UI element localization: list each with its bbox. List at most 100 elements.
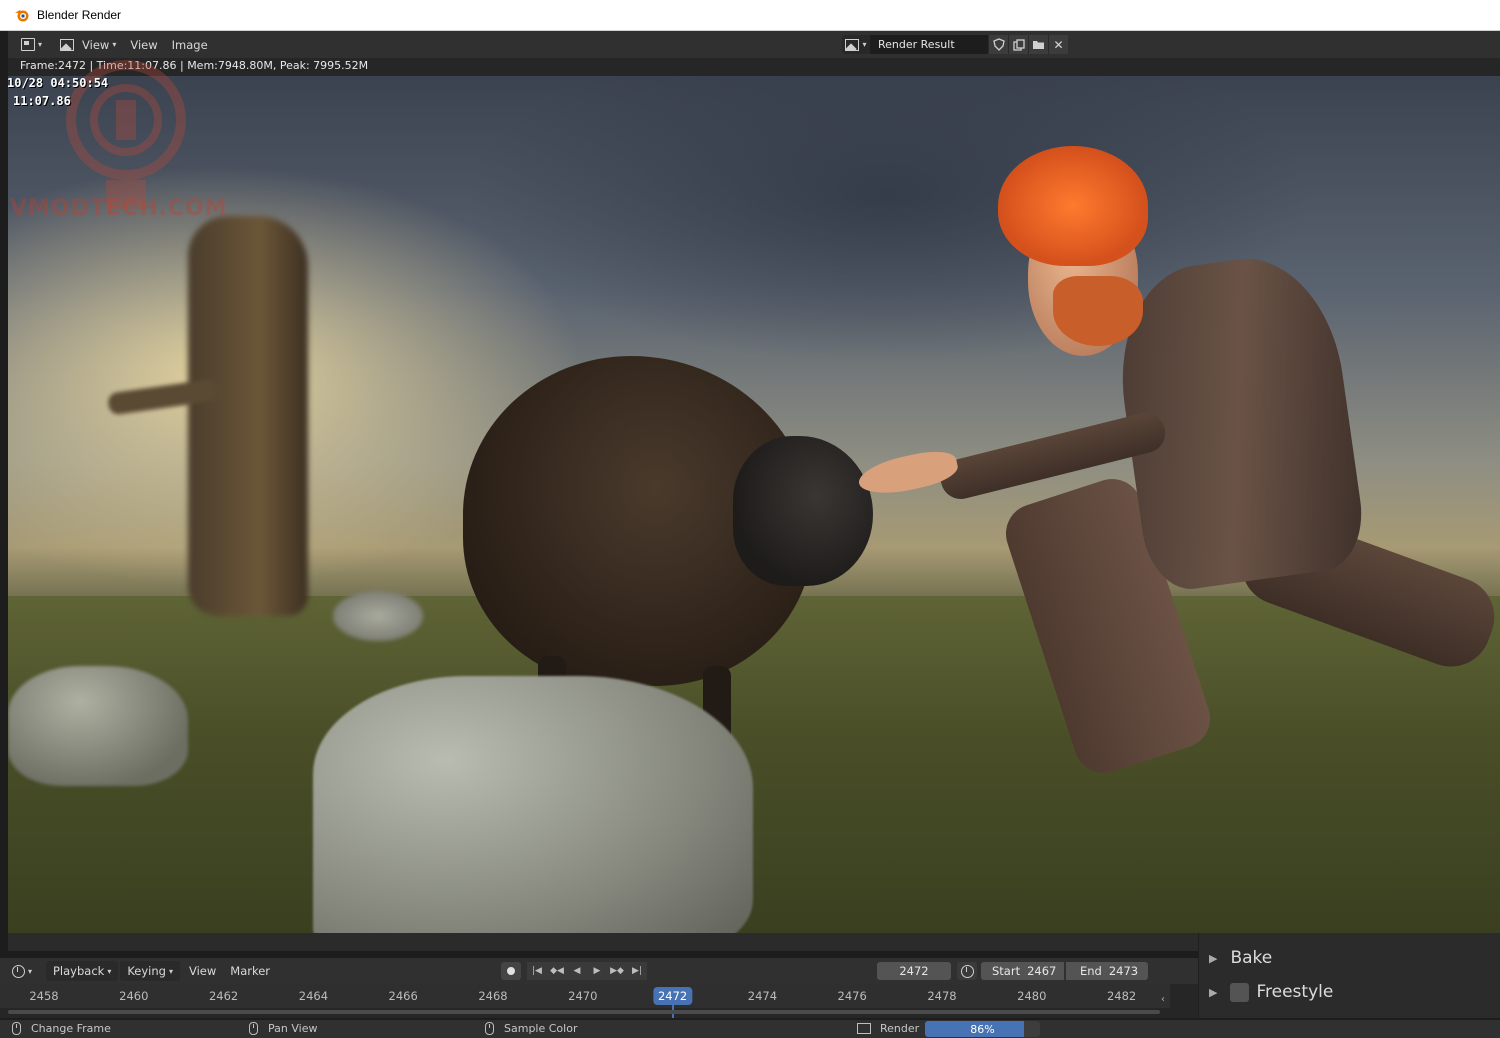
mouse-right-icon bbox=[485, 1022, 494, 1035]
play-icon[interactable]: ▶ bbox=[587, 962, 607, 980]
playback-menu[interactable]: Playback ▾ bbox=[46, 961, 119, 981]
clock-icon bbox=[11, 964, 25, 978]
foreground-rock-center bbox=[313, 676, 753, 933]
end-frame-field[interactable]: End 2473 bbox=[1066, 962, 1148, 980]
jump-end-icon[interactable]: ▶| bbox=[627, 962, 647, 980]
chevron-left-icon[interactable]: ‹ bbox=[1161, 994, 1165, 1005]
image-selector: ▾ Render Result ✕ bbox=[842, 35, 1068, 54]
frame-tick[interactable]: 2458 bbox=[29, 989, 58, 1003]
timeline-scrollbar[interactable] bbox=[8, 1010, 1160, 1014]
render-progress-text: 86% bbox=[970, 1022, 995, 1036]
chevron-down-icon: ▾ bbox=[107, 966, 112, 976]
timeline-editor-type-button[interactable]: ▾ bbox=[6, 961, 38, 981]
man-beard bbox=[1053, 276, 1143, 346]
timeline-body[interactable]: 2458 2460 2462 2464 2466 2468 2470 2472 2474 2476… bbox=[0, 984, 1198, 1018]
chevron-down-icon: ▾ bbox=[38, 40, 43, 49]
blender-logo-icon bbox=[15, 10, 29, 22]
image-icon bbox=[845, 38, 860, 51]
menu-image[interactable]: Image bbox=[167, 35, 213, 55]
frame-tick[interactable]: 2468 bbox=[478, 989, 507, 1003]
current-frame-field[interactable]: 2472 bbox=[877, 962, 951, 980]
shield-icon[interactable] bbox=[988, 35, 1008, 54]
frame-tick[interactable]: 2470 bbox=[568, 989, 597, 1003]
frame-tick[interactable]: 2482 bbox=[1107, 989, 1136, 1003]
image-name-field[interactable]: Render Result bbox=[870, 35, 988, 54]
frame-tick[interactable]: 2462 bbox=[209, 989, 238, 1003]
start-value: 2467 bbox=[1027, 964, 1057, 978]
current-frame-tick[interactable]: 2472 bbox=[652, 987, 693, 1005]
freestyle-label: Freestyle bbox=[1256, 982, 1334, 1002]
timeline-view-menu[interactable]: View bbox=[182, 961, 223, 981]
hint-sample-color-label: Sample Color bbox=[504, 1022, 578, 1035]
start-frame-field[interactable]: Start 2467 bbox=[981, 962, 1064, 980]
image-editor-icon bbox=[21, 38, 35, 51]
chevron-down-icon: ▾ bbox=[168, 966, 173, 976]
properties-panel: ▶ Bake ▶ Freestyle bbox=[1198, 933, 1500, 1018]
stamp-date: 10/28 04:50:54 bbox=[7, 76, 109, 90]
hint-pan-view: Pan View bbox=[249, 1022, 317, 1035]
render-viewport[interactable] bbox=[8, 76, 1500, 933]
watermark-text: VMODTECH.COM bbox=[10, 196, 228, 221]
hint-sample-color: Sample Color bbox=[485, 1022, 577, 1035]
image-browse-button[interactable]: ▾ bbox=[842, 35, 870, 54]
view-mode-dropdown[interactable]: View ▾ bbox=[55, 35, 121, 55]
freestyle-panel-header[interactable]: ▶ Freestyle bbox=[1209, 982, 1333, 1002]
playback-controls: |◀ ◆◀ ◀ ▶ ▶◆ ▶| bbox=[527, 962, 647, 980]
expand-triangle-icon: ▶ bbox=[1209, 951, 1218, 965]
freestyle-checkbox[interactable] bbox=[1230, 982, 1250, 1002]
close-icon[interactable]: ✕ bbox=[1048, 35, 1068, 54]
keying-label: Keying bbox=[127, 964, 166, 978]
playback-label: Playback bbox=[53, 964, 105, 978]
image-editor-header: ▾ View ▾ View Image ▾ Render Result ✕ bbox=[8, 31, 1500, 58]
folder-icon[interactable] bbox=[1028, 35, 1048, 54]
expand-triangle-icon: ▶ bbox=[1209, 985, 1218, 999]
stopwatch-icon bbox=[960, 964, 974, 978]
end-value: 2473 bbox=[1108, 964, 1139, 978]
render-job-label: Render bbox=[880, 1022, 920, 1035]
chevron-down-icon: ▾ bbox=[27, 966, 32, 976]
frame-ruler[interactable]: 2458 2460 2462 2464 2466 2468 2470 2472 2474 2476… bbox=[0, 984, 1170, 1018]
frame-tick[interactable]: 2478 bbox=[927, 989, 956, 1003]
frame-tick[interactable]: 2476 bbox=[838, 989, 867, 1003]
chevron-down-icon: ▾ bbox=[862, 40, 867, 49]
menu-view[interactable]: View bbox=[125, 35, 162, 55]
frame-tick[interactable]: 2480 bbox=[1017, 989, 1046, 1003]
bake-panel-header[interactable]: ▶ Bake bbox=[1209, 948, 1272, 968]
render-icon bbox=[857, 1023, 871, 1034]
mouse-middle-icon bbox=[249, 1022, 258, 1035]
background-rock bbox=[333, 591, 423, 641]
duplicate-icon[interactable] bbox=[1008, 35, 1028, 54]
jump-start-icon[interactable]: |◀ bbox=[527, 962, 547, 980]
stamp-time: 11:07.86 bbox=[13, 94, 71, 108]
start-label: Start bbox=[992, 964, 1021, 978]
render-job: Render bbox=[857, 1022, 919, 1035]
obscured-editor-strip bbox=[8, 933, 1198, 951]
marker-menu[interactable]: Marker bbox=[223, 961, 277, 981]
hint-change-frame: Change Frame bbox=[12, 1022, 111, 1035]
end-label: End bbox=[1080, 964, 1102, 978]
bake-label: Bake bbox=[1230, 948, 1273, 968]
preview-range-stopwatch-icon[interactable] bbox=[957, 962, 977, 980]
frame-tick[interactable]: 2474 bbox=[748, 989, 777, 1003]
frame-tick[interactable]: 2466 bbox=[389, 989, 418, 1003]
sheep-head bbox=[733, 436, 873, 586]
editor-type-button[interactable]: ▾ bbox=[16, 35, 47, 55]
frame-tick[interactable]: 2460 bbox=[119, 989, 148, 1003]
dead-tree bbox=[188, 216, 308, 616]
window-title: Blender Render bbox=[37, 8, 122, 22]
frame-tick[interactable]: 2464 bbox=[299, 989, 328, 1003]
record-icon bbox=[507, 967, 515, 975]
play-reverse-icon[interactable]: ◀ bbox=[567, 962, 587, 980]
render-progress-bar[interactable]: 86% bbox=[925, 1021, 1040, 1037]
hint-pan-view-label: Pan View bbox=[268, 1022, 318, 1035]
auto-keying-record-button[interactable] bbox=[501, 962, 521, 980]
keying-menu[interactable]: Keying ▾ bbox=[120, 961, 180, 981]
man-hair bbox=[998, 146, 1148, 266]
timeline-header: ▾ Playback ▾ Keying ▾ View Marker |◀ ◆◀ … bbox=[0, 958, 1198, 984]
window-titlebar: Blender Render bbox=[0, 0, 1500, 31]
prev-keyframe-icon[interactable]: ◆◀ bbox=[547, 962, 567, 980]
next-keyframe-icon[interactable]: ▶◆ bbox=[607, 962, 627, 980]
hint-change-frame-label: Change Frame bbox=[31, 1022, 111, 1035]
image-icon bbox=[60, 38, 75, 51]
status-bar: Change Frame Pan View Sample Color Rende… bbox=[0, 1020, 1500, 1038]
